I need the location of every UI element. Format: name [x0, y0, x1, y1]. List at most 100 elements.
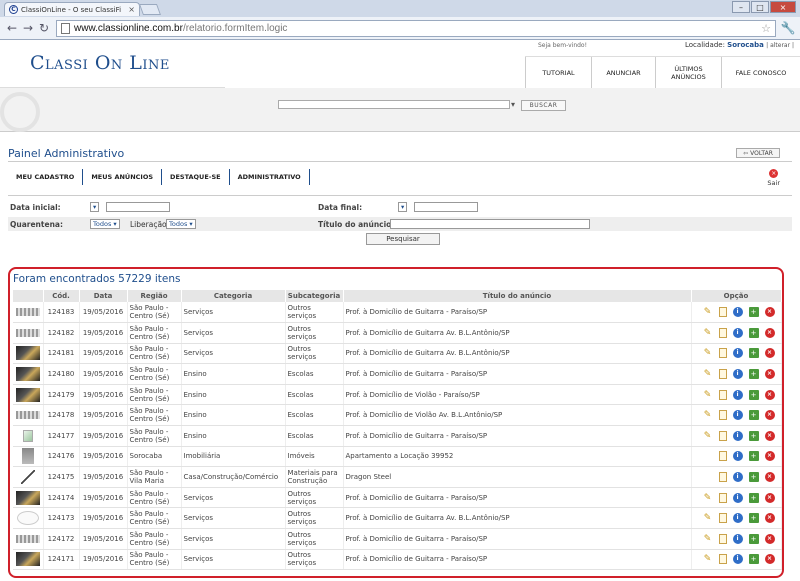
document-icon[interactable] [718, 348, 727, 359]
ad-thumbnail[interactable] [15, 411, 40, 420]
ad-thumbnail[interactable] [16, 511, 39, 526]
info-icon[interactable]: i [732, 410, 743, 421]
new-tab-button[interactable] [138, 4, 162, 15]
ad-thumbnail[interactable] [15, 328, 40, 337]
edit-pencil-icon[interactable]: ✎ [703, 369, 713, 379]
ad-thumbnail[interactable] [15, 346, 40, 361]
edit-pencil-icon[interactable]: ✎ [703, 410, 713, 420]
tab-destaque-se[interactable]: DESTAQUE-SE [162, 169, 230, 185]
delete-icon[interactable]: × [764, 554, 775, 565]
edit-pencil-icon[interactable]: ✎ [703, 348, 713, 358]
close-window-button[interactable]: × [770, 1, 796, 13]
ad-thumbnail[interactable] [15, 308, 40, 317]
delete-icon[interactable]: × [764, 389, 775, 400]
back-button[interactable]: ⇦ VOLTAR [736, 148, 780, 158]
maximize-button[interactable]: □ [751, 1, 769, 13]
highlight-icon[interactable]: + [748, 451, 759, 462]
ad-thumbnail[interactable] [15, 387, 40, 402]
tab-meus-anuncios[interactable]: MEUS ANÚNCIOS [83, 169, 163, 185]
browser-tab[interactable]: C ClassiOnLine - O seu ClassiFi × [4, 2, 140, 16]
tab-administrativo[interactable]: ADMINISTRATIVO [230, 169, 310, 185]
back-arrow-icon[interactable]: ← [4, 20, 20, 36]
document-icon[interactable] [718, 389, 727, 400]
delete-icon[interactable]: × [764, 472, 775, 483]
edit-pencil-icon[interactable]: ✎ [703, 390, 713, 400]
highlight-icon[interactable]: + [748, 492, 759, 503]
search-input[interactable] [278, 100, 510, 109]
logout-button[interactable]: × Sair [767, 169, 780, 187]
info-icon[interactable]: i [732, 451, 743, 462]
info-icon[interactable]: i [732, 369, 743, 380]
highlight-icon[interactable]: + [748, 348, 759, 359]
delete-icon[interactable]: × [764, 533, 775, 544]
highlight-icon[interactable]: + [748, 307, 759, 318]
ad-thumbnail[interactable] [15, 490, 40, 505]
search-dropdown-icon[interactable]: ▾ [511, 100, 515, 109]
info-icon[interactable]: i [732, 513, 743, 524]
edit-pencil-icon[interactable]: ✎ [703, 328, 713, 338]
document-icon[interactable] [718, 410, 727, 421]
reload-icon[interactable]: ↻ [36, 20, 52, 36]
edit-pencil-icon[interactable]: ✎ [703, 431, 713, 441]
star-icon[interactable]: ☆ [761, 22, 771, 35]
search-button[interactable]: BUSCAR [521, 100, 566, 111]
delete-icon[interactable]: × [764, 369, 775, 380]
highlight-icon[interactable]: + [748, 410, 759, 421]
document-icon[interactable] [718, 327, 727, 338]
document-icon[interactable] [718, 307, 727, 318]
change-locality-link[interactable]: | alterar | [766, 42, 794, 49]
delete-icon[interactable]: × [764, 513, 775, 524]
info-icon[interactable]: i [732, 307, 743, 318]
document-icon[interactable] [718, 430, 727, 441]
document-icon[interactable] [718, 472, 727, 483]
delete-icon[interactable]: × [764, 430, 775, 441]
edit-pencil-icon[interactable]: ✎ [703, 534, 713, 544]
titulo-input[interactable] [390, 219, 590, 229]
site-logo[interactable]: Classi On Line [30, 52, 170, 74]
delete-icon[interactable]: × [764, 451, 775, 462]
highlight-icon[interactable]: + [748, 533, 759, 544]
pesquisar-button[interactable]: Pesquisar [366, 233, 440, 245]
document-icon[interactable] [718, 451, 727, 462]
data-final-input[interactable] [414, 202, 478, 212]
info-icon[interactable]: i [732, 554, 743, 565]
edit-pencil-icon[interactable]: ✎ [703, 513, 713, 523]
delete-icon[interactable]: × [764, 492, 775, 503]
ad-thumbnail[interactable] [15, 534, 40, 543]
nav-ultimos-anuncios[interactable]: ÚLTIMOS ANÚNCIOS [655, 57, 721, 88]
document-icon[interactable] [718, 554, 727, 565]
data-inicial-dropdown[interactable]: ▾ [90, 202, 100, 212]
address-bar[interactable]: www.classionline.com.br /relatorio.formI… [56, 19, 776, 37]
edit-pencil-icon[interactable]: ✎ [703, 493, 713, 503]
tab-meu-cadastro[interactable]: MEU CADASTRO [8, 169, 84, 185]
info-icon[interactable]: i [732, 472, 743, 483]
info-icon[interactable]: i [732, 492, 743, 503]
nav-tutorial[interactable]: TUTORIAL [525, 57, 591, 88]
liberacao-select[interactable]: Todos ▾ [166, 219, 196, 229]
ad-thumbnail[interactable] [20, 470, 35, 485]
data-final-dropdown[interactable]: ▾ [398, 202, 408, 212]
highlight-icon[interactable]: + [748, 369, 759, 380]
ad-thumbnail[interactable] [15, 552, 40, 567]
info-icon[interactable]: i [732, 327, 743, 338]
wrench-icon[interactable]: 🔧 [780, 21, 796, 35]
delete-icon[interactable]: × [764, 327, 775, 338]
document-icon[interactable] [718, 513, 727, 524]
document-icon[interactable] [718, 533, 727, 544]
highlight-icon[interactable]: + [748, 389, 759, 400]
info-icon[interactable]: i [732, 533, 743, 544]
minimize-button[interactable]: – [732, 1, 750, 13]
info-icon[interactable]: i [732, 389, 743, 400]
data-inicial-input[interactable] [106, 202, 170, 212]
document-icon[interactable] [718, 492, 727, 503]
info-icon[interactable]: i [732, 430, 743, 441]
highlight-icon[interactable]: + [748, 554, 759, 565]
info-icon[interactable]: i [732, 348, 743, 359]
edit-pencil-icon[interactable]: ✎ [703, 307, 713, 317]
ad-thumbnail[interactable] [21, 448, 34, 465]
forward-arrow-icon[interactable]: → [20, 20, 36, 36]
close-tab-icon[interactable]: × [128, 5, 135, 14]
ad-thumbnail[interactable] [15, 367, 40, 382]
delete-icon[interactable]: × [764, 307, 775, 318]
delete-icon[interactable]: × [764, 410, 775, 421]
